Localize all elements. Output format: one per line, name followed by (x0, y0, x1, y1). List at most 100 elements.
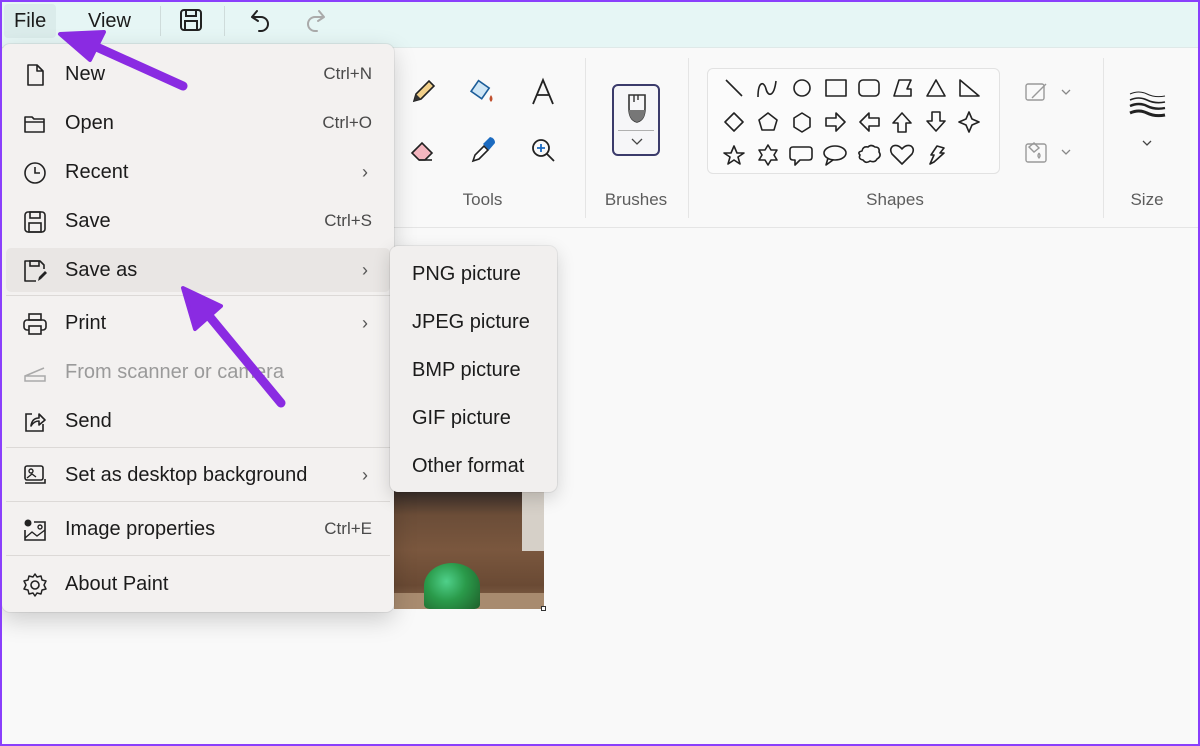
lightning-shape-icon[interactable] (929, 145, 945, 165)
image-properties-icon (24, 519, 46, 541)
oval-shape-icon[interactable] (793, 79, 811, 97)
menu-item-about-paint[interactable]: About Paint (6, 562, 390, 606)
menu-item-label: Set as desktop background (65, 463, 308, 486)
cloud-callout-shape-icon[interactable] (858, 144, 881, 164)
submenu-item-gif[interactable]: GIF picture (394, 396, 553, 440)
scanner-icon (24, 367, 46, 382)
five-point-star-shape-icon[interactable] (723, 145, 745, 165)
divider (6, 295, 390, 296)
rounded-rectangle-shape-icon[interactable] (858, 79, 880, 97)
divider (6, 447, 390, 448)
divider (618, 130, 654, 131)
menu-item-label: Save (65, 209, 111, 232)
six-point-star-shape-icon[interactable] (758, 144, 778, 166)
menu-item-label: New (65, 62, 106, 85)
color-picker-tool-button[interactable] (465, 132, 501, 168)
file-menu: New Ctrl+N Open Ctrl+O Recent › Save Ctr… (2, 44, 394, 612)
save-as-icon (24, 260, 47, 282)
menu-item-label: About Paint (65, 572, 169, 595)
text-icon (532, 77, 554, 105)
submenu-item-label: JPEG picture (412, 310, 530, 333)
menu-item-save[interactable]: Save Ctrl+S (6, 199, 390, 243)
rectangle-shape-icon[interactable] (825, 79, 847, 97)
menu-item-save-as[interactable]: Save as › (6, 248, 390, 292)
canvas-image[interactable] (394, 491, 544, 609)
menu-item-print[interactable]: Print › (6, 301, 390, 345)
line-shape-icon[interactable] (725, 79, 743, 97)
rounded-rectangular-callout-shape-icon[interactable] (789, 146, 813, 166)
fill-dropdown[interactable] (1020, 134, 1080, 170)
desktop-background-icon (24, 465, 46, 484)
right-triangle-shape-icon[interactable] (959, 79, 980, 97)
magnifier-icon (532, 139, 555, 162)
heart-shape-icon[interactable] (889, 144, 915, 165)
outline-dropdown[interactable] (1020, 74, 1080, 110)
menu-item-new[interactable]: New Ctrl+N (6, 52, 390, 96)
divider (224, 6, 225, 36)
divider (585, 58, 586, 218)
oval-callout-shape-icon[interactable] (823, 145, 847, 166)
submenu-item-other-format[interactable]: Other format (394, 444, 553, 488)
menu-item-recent[interactable]: Recent › (6, 150, 390, 194)
redo-icon[interactable] (303, 6, 331, 34)
divider (160, 6, 161, 36)
submenu-item-label: Other format (412, 454, 525, 477)
canvas-resize-handle[interactable] (541, 606, 546, 611)
chevron-right-icon: › (362, 161, 368, 182)
shortcut-label: Ctrl+O (322, 113, 372, 132)
share-icon (25, 413, 46, 432)
magnifier-tool-button[interactable] (525, 132, 561, 168)
fill-tool-button[interactable] (465, 74, 501, 110)
right-arrow-shape-icon[interactable] (825, 112, 846, 132)
eraser-icon (410, 141, 434, 161)
four-point-star-shape-icon[interactable] (958, 111, 980, 133)
shapes-gallery (707, 68, 1000, 174)
eraser-tool-button[interactable] (405, 132, 441, 168)
text-tool-button[interactable] (525, 74, 561, 110)
tools-group-label: Tools (462, 190, 503, 209)
printer-icon (23, 313, 47, 335)
brush-icon (628, 94, 646, 123)
submenu-item-png[interactable]: PNG picture (394, 252, 553, 296)
menu-item-label: Save as (65, 258, 138, 281)
pencil-tool-button[interactable] (405, 74, 441, 110)
gear-icon (23, 573, 47, 597)
undo-icon[interactable] (245, 6, 273, 34)
view-menu-button[interactable]: View (78, 4, 141, 38)
shortcut-label: Ctrl+N (323, 64, 372, 83)
brushes-button[interactable] (612, 84, 660, 156)
up-arrow-shape-icon[interactable] (892, 112, 912, 133)
menu-item-image-properties[interactable]: Image properties Ctrl+E (6, 507, 390, 551)
menu-item-set-as-desktop-background[interactable]: Set as desktop background › (6, 453, 390, 497)
chevron-right-icon: › (362, 259, 368, 280)
shortcut-label: Ctrl+E (324, 519, 372, 538)
divider (6, 555, 390, 556)
fill-icon (1025, 142, 1071, 163)
clock-icon (24, 162, 46, 184)
size-dropdown[interactable] (1125, 88, 1169, 158)
menu-item-send[interactable]: Send (6, 399, 390, 443)
down-arrow-shape-icon[interactable] (926, 111, 946, 132)
menu-item-open[interactable]: Open Ctrl+O (6, 101, 390, 145)
save-as-submenu: PNG picture JPEG picture BMP picture GIF… (390, 246, 557, 492)
file-menu-button[interactable]: File (4, 4, 57, 38)
new-file-icon (27, 64, 44, 86)
shortcut-label: Ctrl+S (324, 211, 372, 230)
folder-icon (24, 116, 45, 133)
hexagon-shape-icon[interactable] (793, 112, 811, 133)
curve-shape-icon[interactable] (757, 80, 777, 98)
save-icon[interactable] (177, 6, 205, 34)
line-thickness-icon (1129, 91, 1166, 146)
triangle-shape-icon[interactable] (926, 79, 946, 97)
menu-item-label: Image properties (65, 517, 216, 540)
left-arrow-shape-icon[interactable] (859, 112, 880, 132)
menu-item-label: Print (65, 311, 107, 334)
polygon-shape-icon[interactable] (893, 79, 912, 97)
chevron-right-icon: › (362, 312, 368, 333)
menu-item-from-scanner: From scanner or camera (6, 350, 390, 394)
diamond-shape-icon[interactable] (724, 112, 744, 132)
pentagon-shape-icon[interactable] (758, 112, 778, 131)
submenu-item-jpeg[interactable]: JPEG picture (394, 300, 553, 344)
menu-bar: File View (0, 0, 1200, 48)
submenu-item-bmp[interactable]: BMP picture (394, 348, 553, 392)
